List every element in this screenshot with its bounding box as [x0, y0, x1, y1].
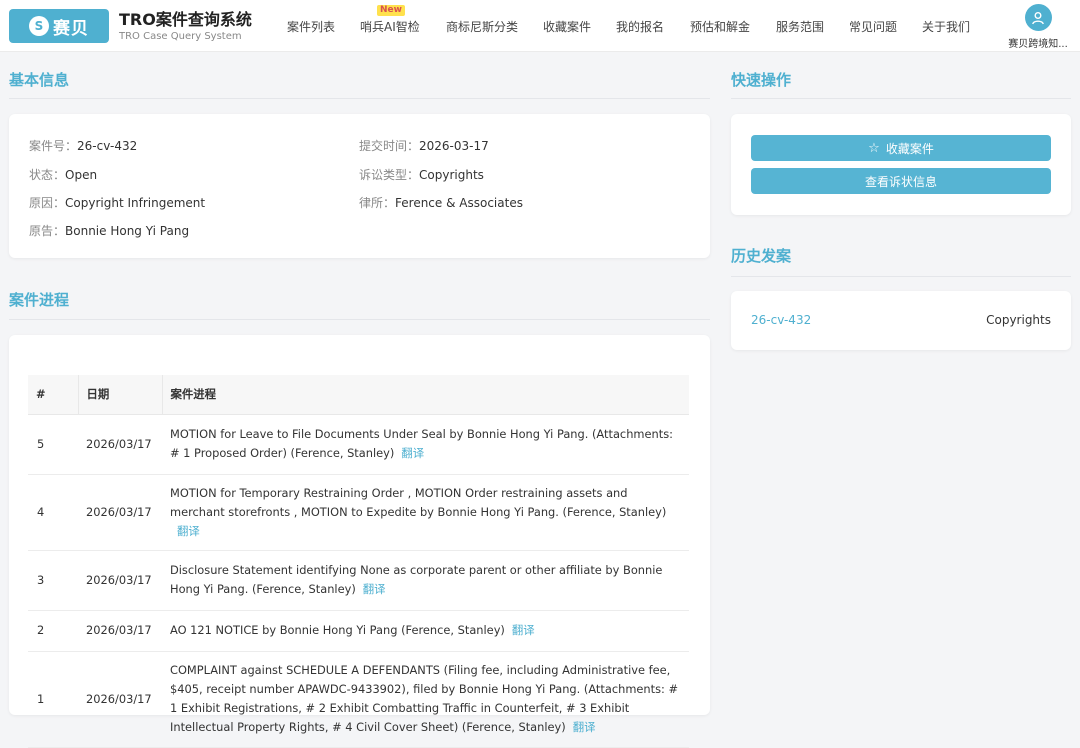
nav-nice-class[interactable]: 商标尼斯分类 — [446, 18, 518, 35]
logo-mark: S — [29, 16, 49, 36]
divider — [731, 98, 1071, 99]
divider — [9, 98, 710, 99]
logo[interactable]: S 赛贝 — [9, 9, 109, 43]
row-text: MOTION for Leave to File Documents Under… — [162, 414, 689, 475]
table-header-row: # 日期 案件进程 — [28, 375, 689, 415]
translate-link[interactable]: 翻译 — [573, 720, 596, 734]
row-date: 2026/03/17 — [78, 550, 162, 611]
quick-actions-title: 快速操作 — [731, 71, 792, 89]
history-card: 26-cv-432 Copyrights — [731, 291, 1071, 350]
progress-card: # 日期 案件进程 5 2026/03/17 MOTION for Leave … — [9, 335, 710, 748]
basic-info-title: 基本信息 — [9, 71, 70, 89]
suit-type: 诉讼类型：Copyrights — [359, 168, 484, 182]
nav-settlement[interactable]: 预估和解金 — [690, 18, 750, 35]
table-row: 1 2026/03/17 COMPLAINT against SCHEDULE … — [28, 651, 689, 748]
top-header: S 赛贝 TRO案件查询系统 TRO Case Query System 案件列… — [0, 0, 1080, 52]
plaintiff: 原告：Bonnie Hong Yi Pang — [29, 224, 190, 238]
row-number: 1 — [28, 651, 78, 748]
favorite-case-button[interactable]: ☆ 收藏案件 — [751, 135, 1051, 161]
logo-text: 赛贝 — [53, 18, 89, 39]
quick-actions-card: ☆ 收藏案件 查看诉状信息 — [731, 114, 1071, 215]
progress-table: # 日期 案件进程 5 2026/03/17 MOTION for Leave … — [28, 375, 689, 748]
case-number: 案件号：26-cv-432 — [29, 139, 138, 153]
star-icon: ☆ — [868, 140, 880, 156]
nav-services[interactable]: 服务范围 — [776, 18, 824, 35]
divider — [9, 319, 710, 320]
nav-ai-check[interactable]: 哨兵AI智检 New — [360, 5, 420, 35]
progress-title: 案件进程 — [9, 291, 70, 309]
divider — [731, 276, 1071, 277]
col-header-no: # — [28, 375, 79, 415]
translate-link[interactable]: 翻译 — [401, 446, 424, 460]
row-number: 3 — [28, 550, 78, 611]
translate-link[interactable]: 翻译 — [363, 582, 386, 596]
basic-info-card: 案件号：26-cv-432 提交时间：2026-03-17 状态：Open 诉讼… — [9, 114, 710, 258]
row-date: 2026/03/17 — [78, 414, 162, 475]
brand: TRO案件查询系统 TRO Case Query System — [119, 10, 252, 43]
table-row: 5 2026/03/17 MOTION for Leave to File Do… — [28, 414, 689, 475]
row-number: 4 — [28, 474, 78, 551]
history-case-link[interactable]: 26-cv-432 — [751, 313, 811, 327]
user-name: 赛贝跨境知... — [1008, 39, 1068, 50]
row-number: 2 — [28, 610, 78, 652]
row-text: Disclosure Statement identifying None as… — [162, 550, 689, 611]
table-row: 3 2026/03/17 Disclosure Statement identi… — [28, 550, 689, 611]
translate-link[interactable]: 翻译 — [177, 524, 200, 538]
row-date: 2026/03/17 — [78, 474, 162, 551]
col-header-date: 日期 — [78, 375, 163, 415]
nav-faq[interactable]: 常见问题 — [849, 18, 897, 35]
row-date: 2026/03/17 — [78, 610, 162, 652]
brand-title: TRO案件查询系统 — [119, 10, 252, 29]
table-row: 4 2026/03/17 MOTION for Temporary Restra… — [28, 474, 689, 551]
user-menu[interactable]: 赛贝跨境知... — [1002, 4, 1074, 50]
row-date: 2026/03/17 — [78, 651, 162, 748]
view-complaint-button[interactable]: 查看诉状信息 — [751, 168, 1051, 194]
case-cause: 原因：Copyright Infringement — [29, 196, 206, 210]
new-badge: New — [377, 5, 405, 16]
case-status: 状态：Open — [29, 168, 98, 182]
user-icon — [1024, 4, 1052, 31]
translate-link[interactable]: 翻译 — [512, 623, 535, 637]
row-number: 5 — [28, 414, 78, 475]
law-firm: 律所：Ference & Associates — [359, 196, 523, 210]
submit-time: 提交时间：2026-03-17 — [359, 139, 489, 153]
history-title: 历史发案 — [731, 247, 792, 265]
history-case-type: Copyrights — [986, 313, 1051, 327]
brand-subtitle: TRO Case Query System — [119, 31, 242, 42]
table-row: 2 2026/03/17 AO 121 NOTICE by Bonnie Hon… — [28, 610, 689, 652]
nav-ai-check-label: 哨兵AI智检 — [360, 20, 420, 34]
nav-case-list[interactable]: 案件列表 — [287, 18, 335, 35]
col-header-progress: 案件进程 — [162, 375, 689, 415]
row-text: AO 121 NOTICE by Bonnie Hong Yi Pang (Fe… — [162, 610, 689, 652]
row-text: COMPLAINT against SCHEDULE A DEFENDANTS … — [162, 651, 689, 748]
nav-favorites[interactable]: 收藏案件 — [543, 18, 591, 35]
nav-my-signup[interactable]: 我的报名 — [616, 18, 664, 35]
nav-about[interactable]: 关于我们 — [922, 18, 970, 35]
row-text: MOTION for Temporary Restraining Order ,… — [162, 474, 689, 551]
